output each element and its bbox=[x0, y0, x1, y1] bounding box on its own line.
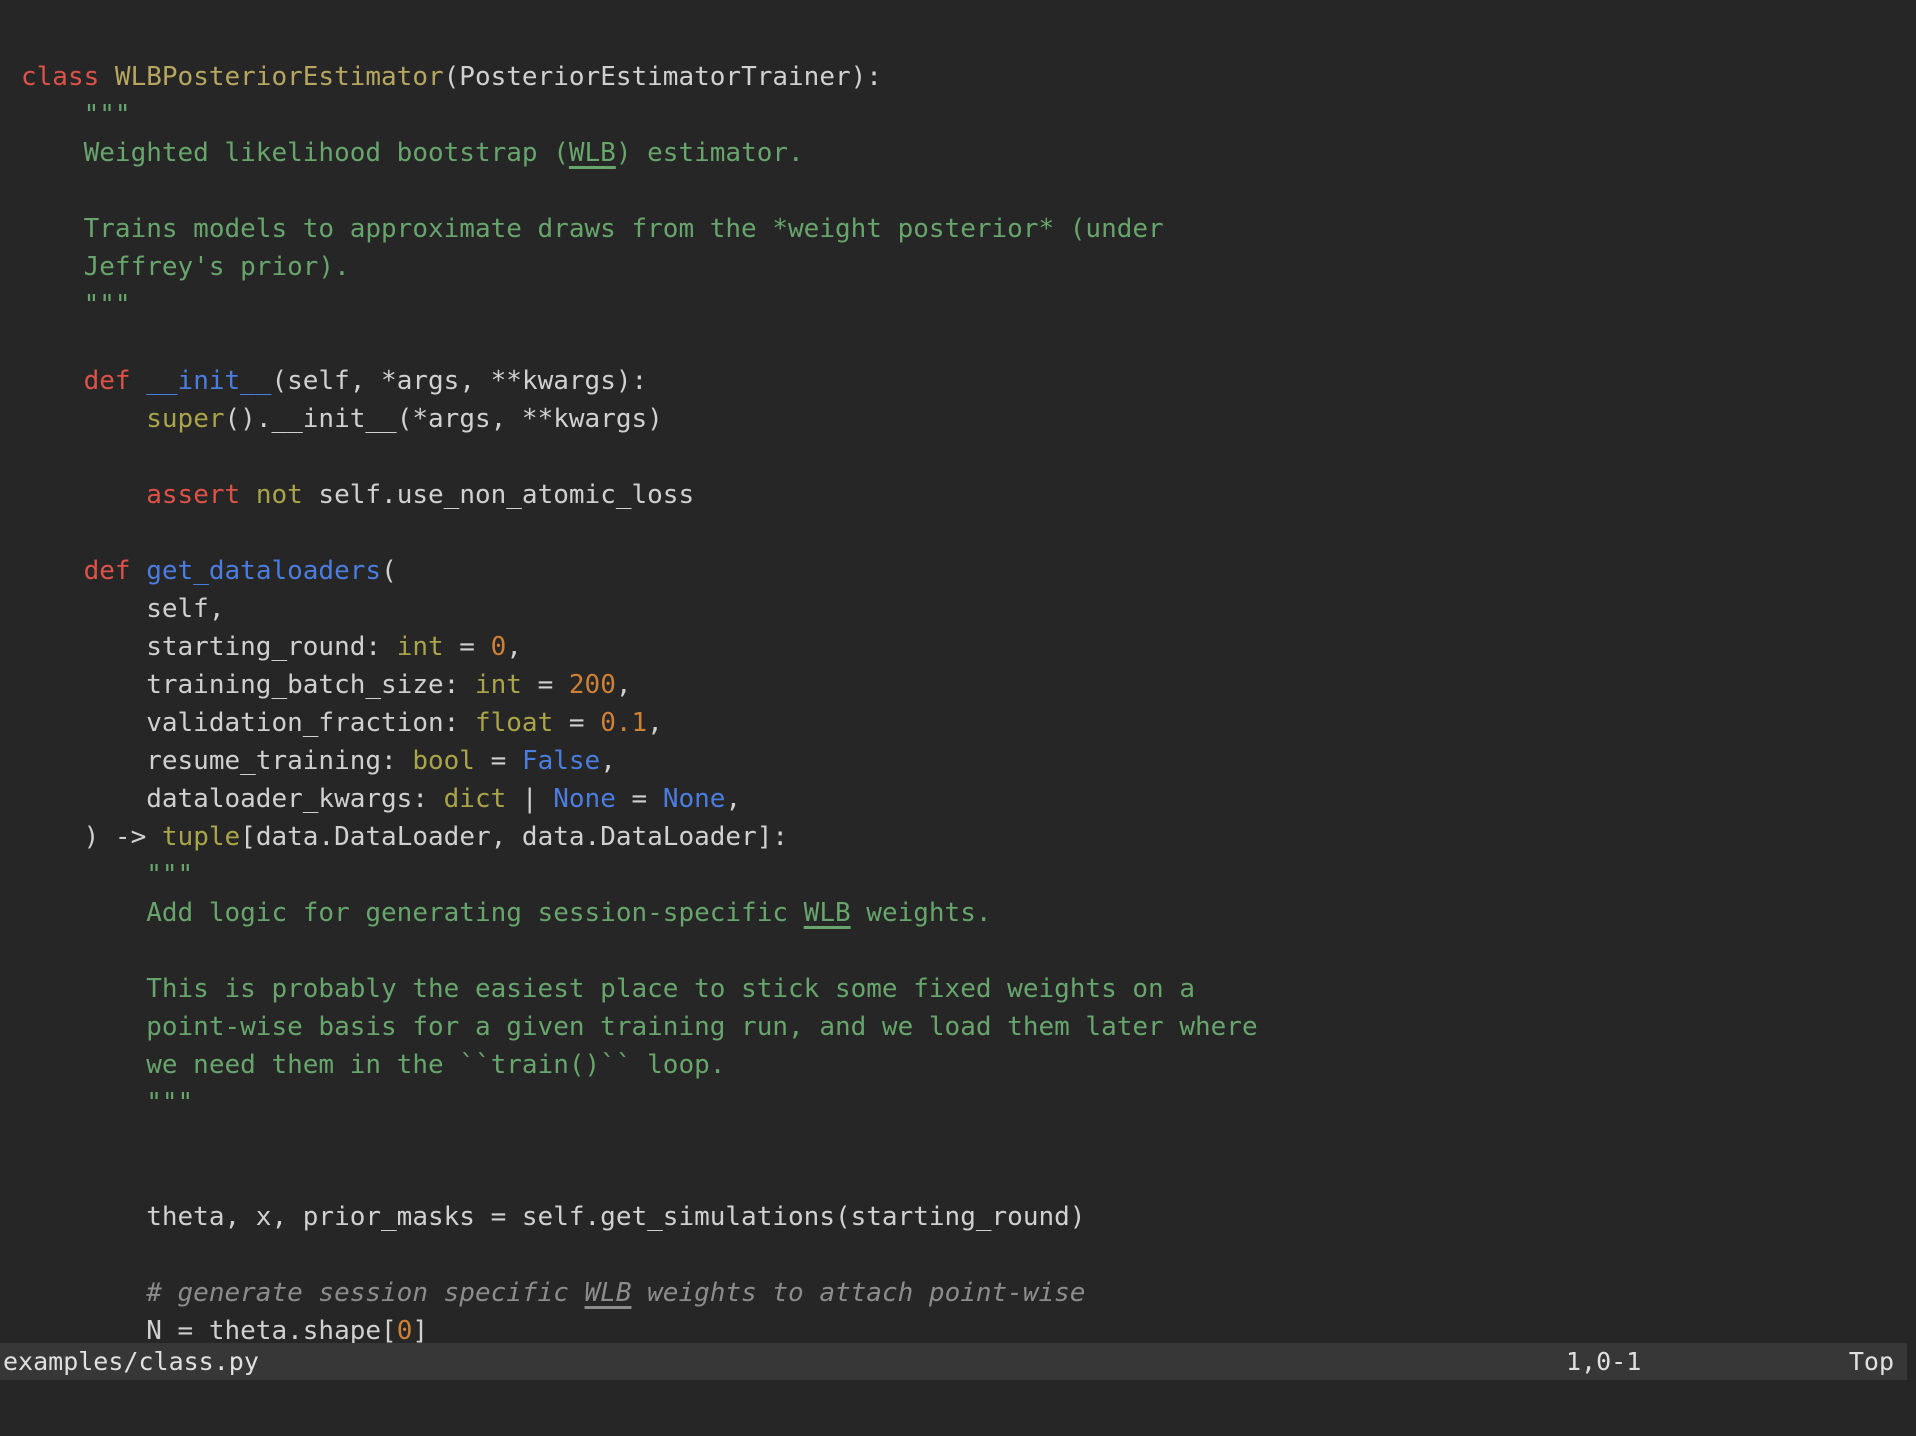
code-line: resume_training: bool = False, bbox=[21, 746, 616, 776]
status-bar: examples/class.py 1,0-1 Top bbox=[0, 1343, 1907, 1380]
code-line: Add logic for generating session-specifi… bbox=[21, 898, 992, 928]
code-line: """ bbox=[21, 1088, 194, 1118]
status-filename: examples/class.py bbox=[3, 1347, 259, 1376]
code-line: starting_round: int = 0, bbox=[21, 632, 522, 662]
vim-editor-window: class WLBPosteriorEstimator(PosteriorEst… bbox=[0, 0, 1916, 1436]
code-line: N = theta.shape[0] bbox=[21, 1316, 428, 1343]
status-scroll-indicator: Top bbox=[1848, 1347, 1894, 1376]
code-line: Trains models to approximate draws from … bbox=[21, 214, 1164, 244]
code-line: self, bbox=[21, 594, 225, 624]
code-line: training_batch_size: int = 200, bbox=[21, 670, 632, 700]
code-line: class WLBPosteriorEstimator(PosteriorEst… bbox=[21, 62, 882, 92]
code-line: we need them in the ``train()`` loop. bbox=[21, 1050, 726, 1080]
code-line: # generate session specific WLB weights … bbox=[21, 1278, 1086, 1308]
code-line: This is probably the easiest place to st… bbox=[21, 974, 1195, 1004]
code-line: validation_fraction: float = 0.1, bbox=[21, 708, 663, 738]
code-line: Jeffrey's prior). bbox=[21, 252, 350, 282]
code-line: """ bbox=[21, 100, 131, 130]
code-line: """ bbox=[21, 290, 131, 320]
code-line: theta, x, prior_masks = self.get_simulat… bbox=[21, 1202, 1086, 1232]
code-line: dataloader_kwargs: dict | None = None, bbox=[21, 784, 742, 814]
command-line bbox=[0, 1380, 1916, 1436]
code-line: def get_dataloaders( bbox=[83, 556, 397, 586]
code-line: assert not self.use_non_atomic_loss bbox=[146, 480, 695, 510]
code-line: ) -> tuple[data.DataLoader, data.DataLoa… bbox=[21, 822, 789, 852]
status-cursor-position: 1,0-1 bbox=[1566, 1347, 1642, 1376]
code-line: def __init__(self, *args, **kwargs): bbox=[83, 366, 648, 396]
code-line: point-wise basis for a given training ru… bbox=[21, 1012, 1258, 1042]
code-line: """ bbox=[21, 860, 194, 890]
code-line: Weighted likelihood bootstrap (WLB) esti… bbox=[21, 138, 804, 168]
code-line: super().__init__(*args, **kwargs) bbox=[146, 404, 663, 434]
code-area[interactable]: class WLBPosteriorEstimator(PosteriorEst… bbox=[21, 20, 1916, 1343]
